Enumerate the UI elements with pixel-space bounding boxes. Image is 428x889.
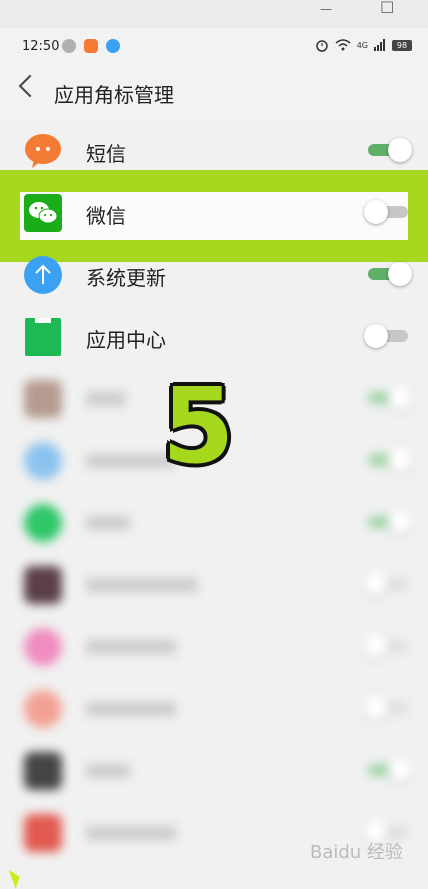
- badge-toggle-sms[interactable]: [366, 138, 412, 162]
- badge-toggle-app-center[interactable]: [364, 324, 410, 348]
- blurred-row: [0, 678, 428, 740]
- sms-app-icon: [25, 134, 61, 168]
- app-label-wechat: 微信: [86, 204, 126, 228]
- app-row-app-center[interactable]: 应用中心: [0, 306, 428, 368]
- page-title: 应用角标管理: [54, 83, 174, 107]
- minimize-icon[interactable]: —: [320, 2, 332, 16]
- wifi-icon: [335, 39, 351, 51]
- blurred-row: [0, 554, 428, 616]
- battery-level: 98: [392, 39, 412, 51]
- status-bar: 12:50 4G 98: [0, 28, 428, 62]
- wechat-app-icon: [24, 194, 62, 232]
- step-number-overlay: 5: [162, 365, 235, 487]
- app-label-system-update: 系统更新: [86, 266, 166, 290]
- alarm-icon: [315, 40, 328, 52]
- app-label-app-center: 应用中心: [86, 328, 166, 352]
- status-update-icon: [106, 39, 120, 53]
- status-right-group: 4G 98: [315, 38, 412, 52]
- app-row-wechat[interactable]: 微信: [0, 182, 428, 244]
- page-header: 应用角标管理: [0, 62, 428, 120]
- window-title-strip: — ☐: [0, 0, 428, 28]
- app-row-sms[interactable]: 短信: [0, 120, 428, 182]
- badge-toggle-system-update[interactable]: [366, 262, 412, 286]
- badge-toggle-wechat[interactable]: [364, 200, 410, 224]
- status-time: 12:50: [22, 39, 60, 54]
- signal-icon: [374, 39, 385, 51]
- status-app-icon: [84, 39, 98, 53]
- maximize-icon[interactable]: ☐: [380, 0, 394, 17]
- blurred-row: [0, 492, 428, 554]
- status-check-icon: [62, 39, 76, 53]
- blurred-row: [0, 740, 428, 802]
- baidu-watermark: Baidu 经验: [310, 842, 403, 863]
- back-arrow-icon[interactable]: [18, 74, 42, 98]
- blurred-row: [0, 616, 428, 678]
- app-center-app-icon: [25, 318, 61, 356]
- app-label-sms: 短信: [86, 142, 126, 166]
- pointer-cursor-icon: [8, 867, 24, 889]
- network-label: 4G: [356, 40, 368, 50]
- app-row-system-update[interactable]: 系统更新: [0, 244, 428, 306]
- system-update-app-icon: [24, 256, 62, 294]
